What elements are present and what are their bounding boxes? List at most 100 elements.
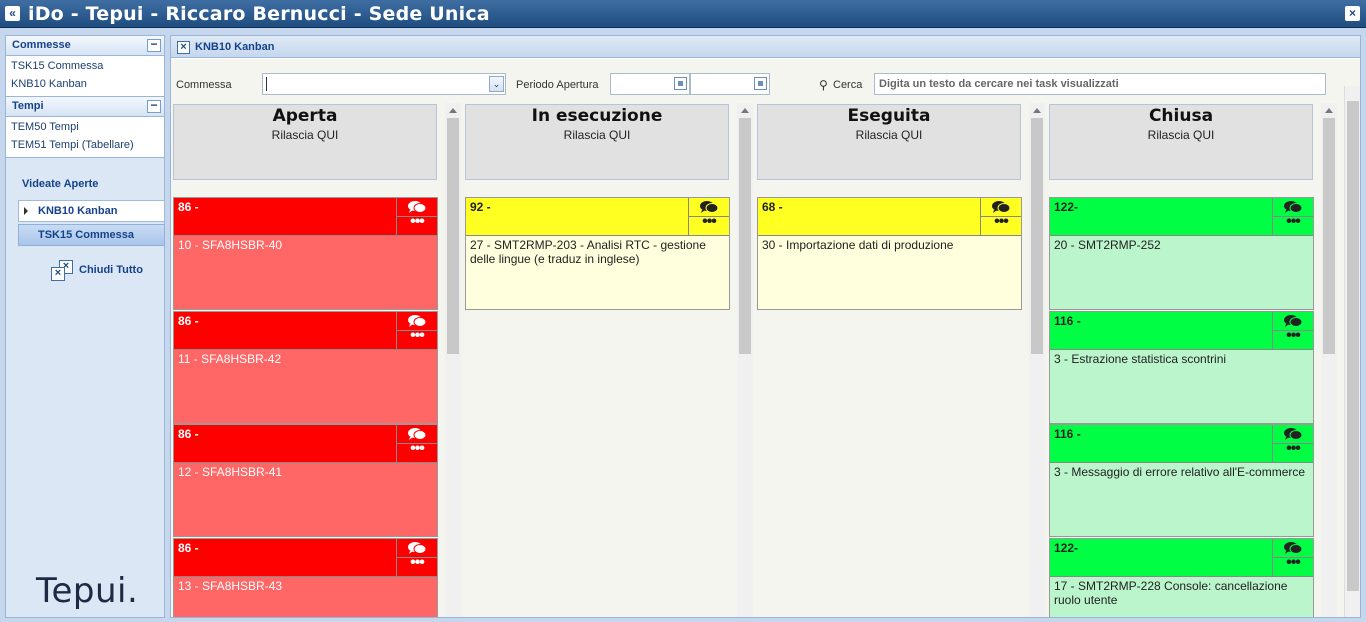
column-scrollbar[interactable] <box>1321 103 1337 617</box>
card-number: 86 - <box>178 314 199 328</box>
card-number: 122- <box>1054 541 1079 555</box>
card-description: 3 - Estrazione statistica scontrini <box>1054 352 1227 366</box>
videate-aperte-title: Videate Aperte <box>22 178 99 190</box>
close-app-icon[interactable]: × <box>1345 6 1360 21</box>
drop-label: Rilascia QUI <box>1147 128 1215 142</box>
panel-commesse-title: Commesse <box>12 39 71 51</box>
card-actions: ••• <box>688 198 729 236</box>
card-header: 92 - ••• <box>466 198 729 236</box>
sidebar-link-tem51[interactable]: TEM51 Tempi (Tabellare) <box>6 137 164 155</box>
close-tab-icon[interactable]: × <box>177 41 190 54</box>
scrollbar-thumb[interactable] <box>1031 118 1043 354</box>
task-card[interactable]: 86 - ••• 13 - SFA8HSBR-43 <box>173 538 438 617</box>
column-header-drop-zone[interactable]: Aperta Rilascia QUI <box>173 104 437 180</box>
task-card[interactable]: 92 - ••• 27 - SMT2RMP-203 - Analisi RTC … <box>465 197 730 310</box>
task-card[interactable]: 122- ••• 20 - SMT2RMP-252 <box>1049 197 1314 310</box>
chevron-down-icon[interactable]: ⌄ <box>489 76 504 92</box>
column-scrollbar[interactable] <box>445 103 461 617</box>
more-options-icon[interactable]: ••• <box>397 555 437 576</box>
task-card[interactable]: 86 - ••• 12 - SFA8HSBR-41 <box>173 424 438 537</box>
scroll-up-icon[interactable] <box>1325 108 1333 113</box>
scrollbar-thumb[interactable] <box>1347 101 1359 591</box>
card-header: 122- ••• <box>1050 198 1313 236</box>
card-header: 116 - ••• <box>1050 312 1313 350</box>
scrollbar-thumb[interactable] <box>739 118 751 354</box>
card-header: 68 - ••• <box>758 198 1021 236</box>
card-description: 20 - SMT2RMP-252 <box>1054 238 1161 252</box>
drop-label: Rilascia QUI <box>271 128 339 142</box>
card-description: 3 - Messaggio di errore relativo all'E-c… <box>1054 465 1306 479</box>
task-card[interactable]: 122- ••• 17 - SMT2RMP-228 Console: cance… <box>1049 538 1314 617</box>
card-header: 86 - ••• <box>174 312 437 350</box>
minimize-icon[interactable]: − <box>147 38 161 52</box>
column-scrollbar[interactable] <box>737 103 753 617</box>
sidebar-link-knb10[interactable]: KNB10 Kanban <box>6 76 164 94</box>
column-aperta: Aperta Rilascia QUI 86 - ••• 10 - SFA8HS… <box>171 103 438 617</box>
column-header-drop-zone[interactable]: Eseguita Rilascia QUI <box>757 104 1021 180</box>
task-card[interactable]: 68 - ••• 30 - Importazione dati di produ… <box>757 197 1022 310</box>
column-chiusa: Chiusa Rilascia QUI 122- ••• 20 - SMT2RM… <box>1047 103 1314 617</box>
card-number: 116 - <box>1054 314 1081 328</box>
scroll-up-icon[interactable] <box>741 108 749 113</box>
sidebar: Commesse − TSK15 Commessa KNB10 Kanban T… <box>5 35 165 618</box>
more-options-icon[interactable]: ••• <box>689 214 729 235</box>
close-window-icon: × <box>51 267 65 281</box>
task-card[interactable]: 116 - ••• 3 - Messaggio di errore relati… <box>1049 424 1314 537</box>
card-actions: ••• <box>1272 539 1313 577</box>
title-bar: « iDo - Tepui - Riccaro Bernucci - Sede … <box>0 0 1366 28</box>
videate-item-tsk15[interactable]: TSK15 Commessa <box>18 224 165 246</box>
scroll-up-icon[interactable] <box>1033 108 1041 113</box>
minimize-icon[interactable]: − <box>147 99 161 113</box>
card-number: 86 - <box>178 200 199 214</box>
commessa-value <box>266 77 267 91</box>
column-header-drop-zone[interactable]: In esecuzione Rilascia QUI <box>465 104 729 180</box>
more-options-icon[interactable]: ••• <box>1273 328 1313 349</box>
search-input[interactable]: Digita un testo da cercare nei task visu… <box>874 73 1326 95</box>
task-card[interactable]: 86 - ••• 10 - SFA8HSBR-40 <box>173 197 438 310</box>
sidebar-link-tem50[interactable]: TEM50 Tempi <box>6 119 164 137</box>
panel-commesse-header[interactable]: Commesse − <box>6 36 164 56</box>
calendar-icon[interactable] <box>754 77 767 90</box>
more-options-icon[interactable]: ••• <box>1273 441 1313 462</box>
more-options-icon[interactable]: ••• <box>981 214 1021 235</box>
card-description: 27 - SMT2RMP-203 - Analisi RTC - gestion… <box>470 238 706 266</box>
column-scrollbar[interactable] <box>1029 103 1045 617</box>
tepui-logo: Tepui. <box>36 571 139 611</box>
panel-tempi-header[interactable]: Tempi − <box>6 97 164 117</box>
close-all-button[interactable]: × × Chiudi Tutto <box>50 260 164 286</box>
board-scrollbar[interactable] <box>1344 86 1360 617</box>
main-tab-header: × KNB10 Kanban <box>171 36 1360 58</box>
videate-item-knb10[interactable]: KNB10 Kanban <box>18 200 165 222</box>
sidebar-link-tsk15[interactable]: TSK15 Commessa <box>6 58 164 76</box>
periodo-from-field[interactable] <box>610 73 690 95</box>
card-description: 30 - Importazione dati di produzione <box>762 238 954 252</box>
panel-tempi-body: TEM50 Tempi TEM51 Tempi (Tabellare) <box>6 117 164 158</box>
commessa-combo[interactable]: ⌄ <box>262 73 506 95</box>
task-card[interactable]: 116 - ••• 3 - Estrazione statistica scon… <box>1049 311 1314 424</box>
scrollbar-thumb[interactable] <box>447 118 459 354</box>
scroll-up-icon[interactable] <box>449 108 457 113</box>
more-options-icon[interactable]: ••• <box>397 214 437 235</box>
arrow-right-icon <box>24 207 28 215</box>
more-options-icon[interactable]: ••• <box>1273 555 1313 576</box>
more-options-icon[interactable]: ••• <box>1273 214 1313 235</box>
task-card[interactable]: 86 - ••• 11 - SFA8HSBR-42 <box>173 311 438 424</box>
card-actions: ••• <box>396 198 437 236</box>
card-actions: ••• <box>396 539 437 577</box>
card-header: 86 - ••• <box>174 539 437 577</box>
calendar-icon[interactable] <box>674 77 687 90</box>
scrollbar-thumb[interactable] <box>1323 118 1335 354</box>
card-description: 10 - SFA8HSBR-40 <box>178 238 283 252</box>
column-in-esecuzione: In esecuzione Rilascia QUI 92 - ••• 27 -… <box>463 103 730 617</box>
card-number: 68 - <box>762 200 783 214</box>
column-header-drop-zone[interactable]: Chiusa Rilascia QUI <box>1049 104 1313 180</box>
periodo-to-field[interactable] <box>690 73 770 95</box>
collapse-sidebar-icon[interactable]: « <box>5 6 20 21</box>
more-options-icon[interactable]: ••• <box>397 328 437 349</box>
kanban-body: Commessa ⌄ Periodo Apertura ⚲ Cerca Digi… <box>171 59 1360 617</box>
drop-label: Rilascia QUI <box>855 128 923 142</box>
panel-commesse-body: TSK15 Commessa KNB10 Kanban <box>6 56 164 97</box>
videate-item-label: TSK15 Commessa <box>38 229 134 241</box>
more-options-icon[interactable]: ••• <box>397 441 437 462</box>
periodo-label: Periodo Apertura <box>516 79 599 91</box>
